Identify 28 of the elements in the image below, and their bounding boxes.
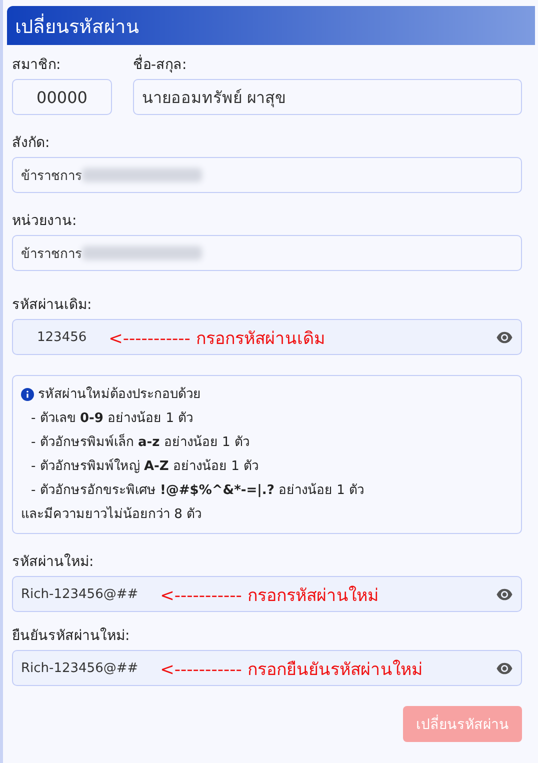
password-field[interactable]: 123456 <----------- กรอกรหัสผ่านเดิม <box>12 319 522 355</box>
field-label: ยืนยันรหัสผ่านใหม่: <box>12 626 131 646</box>
field-label: รหัสผ่านเดิม: <box>12 296 93 315</box>
page-header: เปลี่ยนรหัสผ่าน <box>7 6 535 45</box>
password-field[interactable]: Rich-123456@## <----------- กรอกรหัสผ่านใหม่ <box>12 576 522 612</box>
password-value: Rich-123456@## <box>21 586 138 602</box>
field-label: สมาชิก: <box>12 56 62 75</box>
rule-text: - ตัวอักษรอักขระพิเศษ !@#$%^&*-=|.? อย่างน้อย 1 ตัว <box>30 482 366 500</box>
field-label: ชื่อ-สกุล: <box>133 55 522 75</box>
field-label: รหัสผ่านใหม่: <box>12 552 95 572</box>
password-value: Rich-123456@## <box>21 660 138 676</box>
member-field[interactable]: 00000 <box>12 79 112 115</box>
password-value: 123456 <box>36 330 87 344</box>
text-field[interactable]: ข้าราชการ <box>12 157 522 193</box>
rule-text: - ตัวอักษรพิมพ์เล็ก a-z อย่างน้อย 1 ตัว <box>30 432 250 452</box>
password-field[interactable]: Rich-123456@## <----------- กรอกยืนยันรหัสผ่านใหม่ <box>12 650 522 686</box>
rule-text: - ตัวเลข 0-9 อย่างน้อย 1 ตัว <box>30 410 194 428</box>
rule-text: และมีความยาวไม่น้อยกว่า 8 ตัว <box>21 505 203 524</box>
annotation-text: <----------- กรอกรหัสผ่านเดิม <box>108 328 325 350</box>
name-field[interactable]: นายออมทรัพย์ ผาสุข <box>133 79 522 115</box>
annotation-text: <----------- กรอกรหัสผ่านใหม่ <box>160 584 378 608</box>
rule-text: - ตัวอักษรพิมพ์ใหญ่ A-Z อย่างน้อย 1 ตัว <box>30 458 260 476</box>
info-icon <box>21 388 34 401</box>
info-heading: รหัสผ่านใหม่ต้องประกอบด้วย <box>38 386 201 404</box>
field-label: สังกัด: <box>12 134 51 153</box>
text-field[interactable]: ข้าราชการ <box>12 235 522 271</box>
annotation-text: <----------- กรอกยืนยันรหัสผ่านใหม่ <box>160 658 422 682</box>
field-label: หน่วยงาน: <box>12 212 78 231</box>
